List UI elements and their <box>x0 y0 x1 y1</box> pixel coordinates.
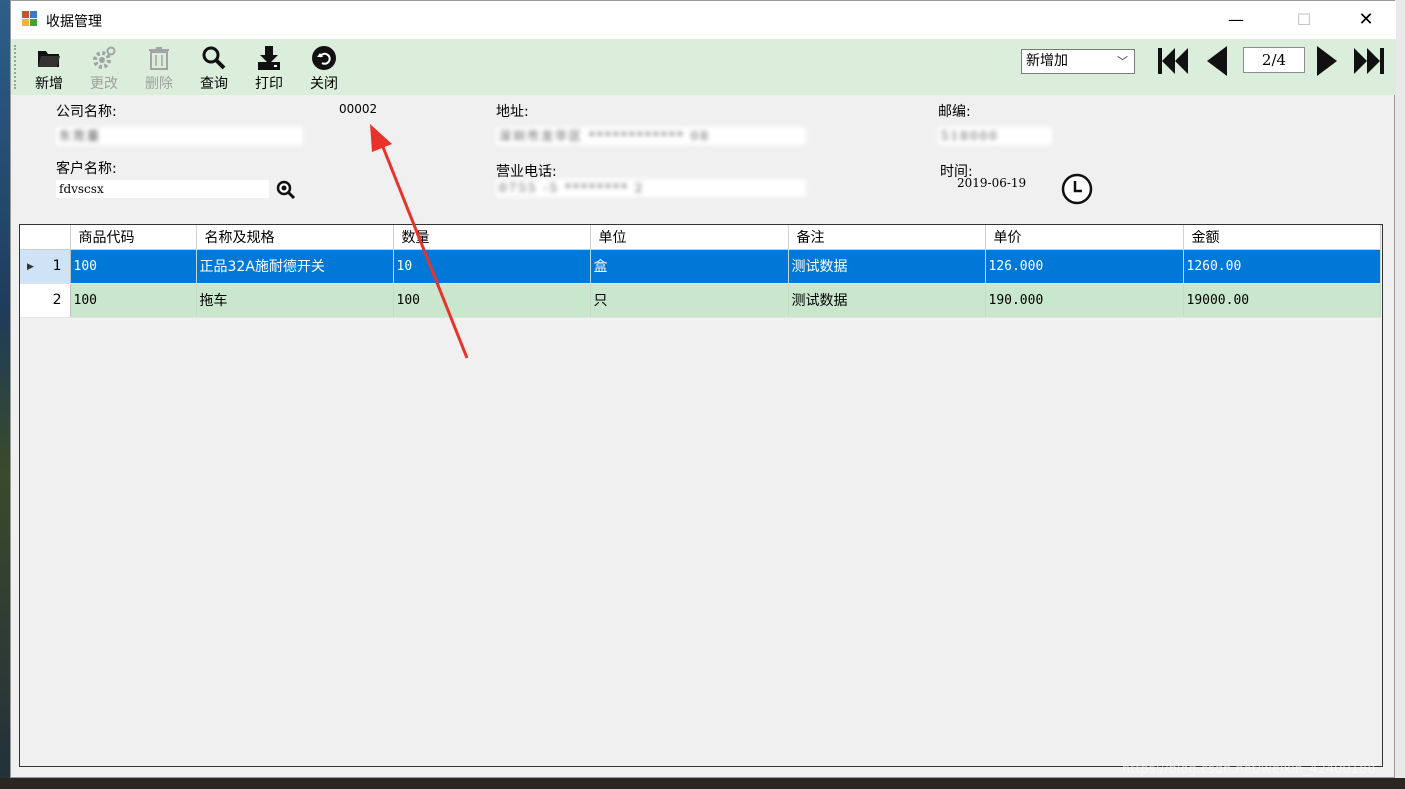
toolbar-grip[interactable] <box>14 45 17 89</box>
minimize-button[interactable]: — <box>1213 1 1259 39</box>
folder-icon <box>38 51 60 67</box>
print-button-label: 打印 <box>255 76 283 92</box>
last-page-button[interactable] <box>1351 45 1387 77</box>
cell-amount[interactable]: 19000.00 <box>1183 283 1381 318</box>
download-icon <box>258 46 280 70</box>
cell-price[interactable]: 126.000 <box>985 249 1184 284</box>
cell-qty[interactable]: 10 <box>393 249 591 284</box>
delete-button[interactable]: 删除 <box>137 43 181 93</box>
mode-select-value: 新增加 <box>1026 53 1068 69</box>
chevron-down-icon: ﹀ <box>1117 55 1128 68</box>
row-header[interactable]: 2 <box>20 283 71 318</box>
title-bar[interactable]: 收据管理 — ☐ ✕ <box>11 1 1396 39</box>
time-value: 2019-06-19 <box>957 176 1027 190</box>
search-icon <box>202 46 226 70</box>
row-index: 2 <box>52 292 62 308</box>
company-field[interactable]: 东莞蔓 <box>56 127 303 145</box>
cell-price[interactable]: 190.000 <box>985 283 1184 318</box>
gear-icon <box>93 46 116 69</box>
phone-field[interactable]: 0755 -5 ******** 2 <box>496 179 806 197</box>
receipt-code: 00002 <box>339 102 378 116</box>
search-button[interactable]: 查询 <box>192 43 236 93</box>
postcode-label: 邮编: <box>938 104 971 120</box>
cell-amount[interactable]: 1260.00 <box>1183 249 1381 284</box>
customer-lookup-icon[interactable] <box>276 180 296 200</box>
previous-page-button[interactable] <box>1199 45 1235 77</box>
mode-select[interactable]: 新增加 ﹀ <box>1021 49 1135 74</box>
edit-button-label: 更改 <box>90 76 118 92</box>
edit-button[interactable]: 更改 <box>82 43 126 93</box>
column-header-price[interactable]: 单价 <box>985 225 1184 250</box>
items-table: 商品代码 名称及规格 数量 单位 备注 单价 金额 ▶ 1 100 正品32A施耐… <box>20 225 1381 318</box>
row-header-corner[interactable] <box>20 225 71 250</box>
cell-name[interactable]: 拖车 <box>196 283 394 318</box>
delete-button-label: 删除 <box>145 76 173 92</box>
close-button-label: 关闭 <box>310 76 338 92</box>
company-label: 公司名称: <box>56 104 117 120</box>
toolbar: 新增 更改 删除 查询 打印 关闭 新增加 ﹀ 2/4 <box>11 39 1396 95</box>
close-window-button[interactable]: ✕ <box>1343 1 1389 39</box>
address-label: 地址: <box>496 104 529 120</box>
trash-icon <box>149 47 169 70</box>
address-field[interactable]: 深圳市龙华区 ************ 08 <box>496 127 806 145</box>
items-grid[interactable]: 商品代码 名称及规格 数量 单位 备注 单价 金额 ▶ 1 100 正品32A施耐… <box>19 224 1383 767</box>
column-header-qty[interactable]: 数量 <box>393 225 591 250</box>
cell-note[interactable]: 测试数据 <box>788 249 986 284</box>
column-header-code[interactable]: 商品代码 <box>70 225 197 250</box>
postcode-field[interactable]: 518000 <box>938 127 1052 145</box>
column-header-unit[interactable]: 单位 <box>590 225 789 250</box>
search-button-label: 查询 <box>200 76 228 92</box>
close-button[interactable]: 关闭 <box>302 43 346 93</box>
column-header-name[interactable]: 名称及规格 <box>196 225 394 250</box>
table-row[interactable]: ▶ 1 100 正品32A施耐德开关 10 盒 测试数据 126.000 1260… <box>20 249 1381 284</box>
table-header-row: 商品代码 名称及规格 数量 单位 备注 单价 金额 <box>20 225 1381 250</box>
cell-name[interactable]: 正品32A施耐德开关 <box>196 249 394 284</box>
window-title: 收据管理 <box>46 14 102 30</box>
cell-unit[interactable]: 盒 <box>590 249 789 284</box>
desktop-background-right <box>1395 0 1405 789</box>
desktop-taskbar-strip <box>0 778 1405 789</box>
customer-field[interactable]: fdvscsx <box>56 180 269 198</box>
add-button[interactable]: 新增 <box>27 43 71 93</box>
row-header[interactable]: ▶ 1 <box>20 249 71 284</box>
cell-code[interactable]: 100 <box>70 249 197 284</box>
receipt-window: 收据管理 — ☐ ✕ 新增 更改 删除 查询 打印 关闭 新增加 ﹀ 2/4 公… <box>10 0 1396 778</box>
app-icon <box>22 11 38 27</box>
print-button[interactable]: 打印 <box>247 43 291 93</box>
row-index: 1 <box>52 258 62 274</box>
add-button-label: 新增 <box>35 76 63 92</box>
phone-label: 营业电话: <box>496 164 557 180</box>
table-row[interactable]: 2 100 拖车 100 只 测试数据 190.000 19000.00 <box>20 283 1381 318</box>
cell-qty[interactable]: 100 <box>393 283 591 318</box>
clock-icon[interactable] <box>1061 173 1093 205</box>
cell-unit[interactable]: 只 <box>590 283 789 318</box>
cell-note[interactable]: 测试数据 <box>788 283 986 318</box>
cell-code[interactable]: 100 <box>70 283 197 318</box>
undo-icon <box>312 46 336 70</box>
column-header-amount[interactable]: 金额 <box>1183 225 1381 250</box>
maximize-button[interactable]: ☐ <box>1281 1 1327 39</box>
first-page-button[interactable] <box>1155 45 1191 77</box>
watermark: https://blog.csdn.net/weixin_42400188 <box>1122 762 1376 777</box>
current-row-arrow-icon: ▶ <box>27 261 34 272</box>
customer-label: 客户名称: <box>56 161 117 177</box>
page-indicator[interactable]: 2/4 <box>1243 47 1305 73</box>
column-header-note[interactable]: 备注 <box>788 225 986 250</box>
next-page-button[interactable] <box>1309 45 1345 77</box>
desktop-background-left <box>0 0 10 789</box>
